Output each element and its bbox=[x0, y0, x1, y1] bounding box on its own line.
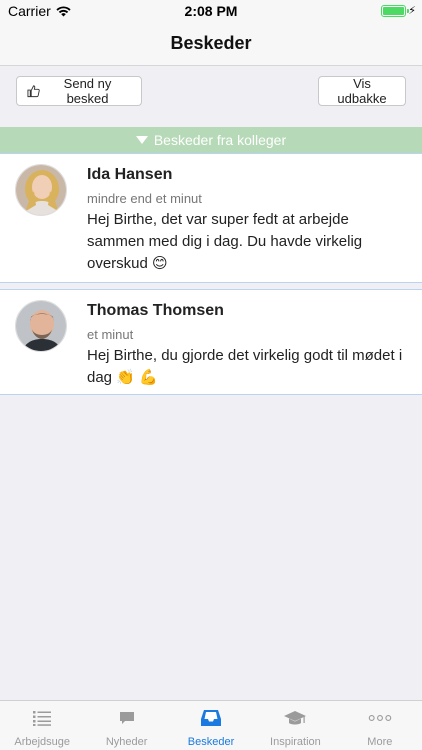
message-time: mindre end et minut bbox=[87, 191, 202, 206]
more-dots-icon bbox=[368, 706, 392, 730]
message-item[interactable]: Ida Hansen mindre end et minut Hej Birth… bbox=[0, 153, 422, 283]
tab-label: More bbox=[367, 736, 393, 748]
tab-label: Arbejdsuge bbox=[14, 736, 71, 748]
tab-nyheder[interactable]: Nyheder bbox=[84, 701, 168, 750]
tab-label: Beskeder bbox=[187, 736, 235, 748]
message-sender: Ida Hansen bbox=[87, 166, 173, 183]
section-header-label: Beskeder fra kolleger bbox=[153, 132, 287, 148]
thumbs-up-icon bbox=[27, 85, 40, 98]
message-body: Thomas Thomsen et minut Hej Birthe, du g… bbox=[87, 302, 410, 389]
tab-more[interactable]: More bbox=[338, 701, 422, 750]
avatar bbox=[15, 164, 67, 216]
action-row: Send ny besked Vis udbakke bbox=[0, 66, 422, 126]
charging-bolt-icon: ⚡ bbox=[408, 5, 416, 17]
message-text: Hej Birthe, det var super fedt at arbejd… bbox=[87, 211, 363, 272]
show-outbox-label: Vis udbakke bbox=[337, 76, 387, 106]
message-body: Ida Hansen mindre end et minut Hej Birth… bbox=[87, 166, 410, 275]
nav-bar: Beskeder bbox=[0, 22, 422, 66]
section-header-colleague-messages[interactable]: Beskeder fra kolleger bbox=[0, 127, 422, 153]
tab-label: Inspiration bbox=[270, 736, 321, 748]
inbox-icon bbox=[199, 706, 223, 730]
message-item[interactable]: Thomas Thomsen et minut Hej Birthe, du g… bbox=[0, 289, 422, 395]
tab-inspiration[interactable]: Inspiration bbox=[253, 701, 337, 750]
message-text: Hej Birthe, du gjorde det virkelig godt … bbox=[87, 347, 403, 386]
send-new-message-label: Send ny besked bbox=[63, 76, 112, 106]
avatar bbox=[15, 300, 67, 352]
status-bar: Carrier 2:08 PM ⚡ bbox=[0, 0, 422, 22]
page-title: Beskeder bbox=[170, 33, 252, 53]
tab-bar: Arbejdsuge Nyheder Beskeder Inspiration bbox=[0, 700, 422, 750]
caret-down-icon bbox=[135, 136, 148, 144]
status-right: ⚡ bbox=[381, 4, 416, 17]
status-time: 2:08 PM bbox=[184, 3, 238, 19]
message-time: et minut bbox=[87, 327, 134, 342]
tab-arbejdsuge[interactable]: Arbejdsuge bbox=[0, 701, 84, 750]
message-sender: Thomas Thomsen bbox=[87, 302, 224, 319]
graduation-cap-icon bbox=[283, 706, 307, 730]
send-new-message-button[interactable]: Send ny besked bbox=[16, 76, 142, 106]
tab-beskeder[interactable]: Beskeder bbox=[169, 701, 253, 750]
show-outbox-button[interactable]: Vis udbakke bbox=[318, 76, 406, 106]
list-icon bbox=[30, 706, 54, 730]
tab-label: Nyheder bbox=[105, 736, 148, 748]
chat-bubble-icon bbox=[115, 706, 139, 730]
battery-icon bbox=[381, 4, 410, 17]
